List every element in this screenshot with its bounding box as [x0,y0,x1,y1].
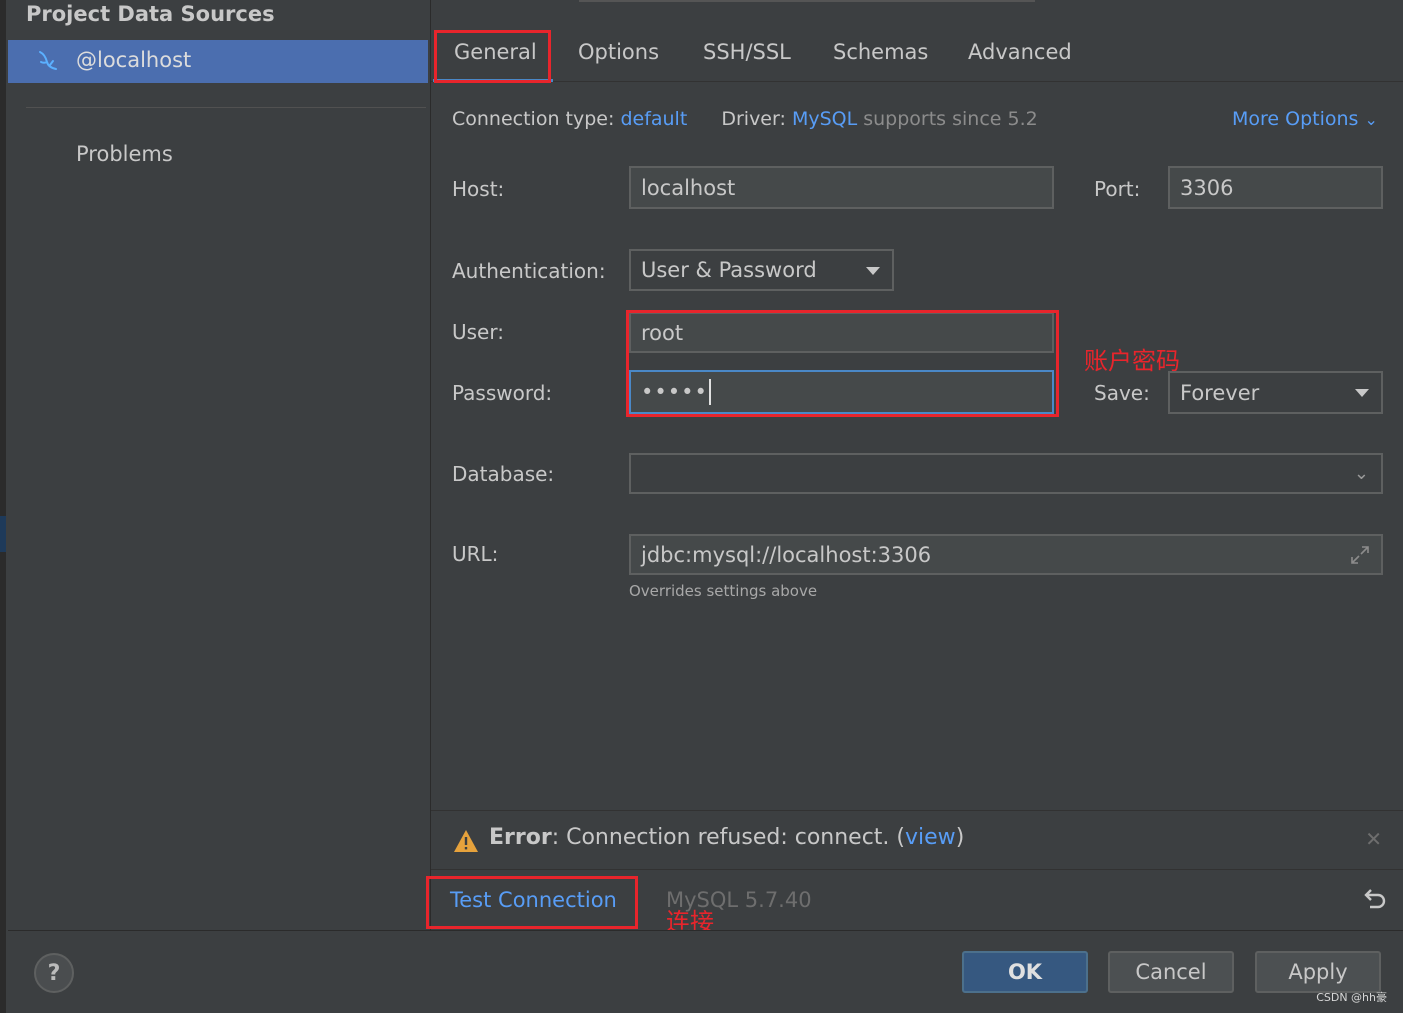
authentication-select[interactable]: User & Password [629,249,894,291]
window-left-edge [0,0,6,1013]
dialog-button-bar: ? OK Cancel Apply CSDN @hh豪 [8,930,1403,1013]
separator [26,107,426,108]
tab-bar: General Options SSH/SSL Schemas Advanced [431,28,1403,82]
password-label: Password: [452,381,553,405]
settings-panel: General Options SSH/SSL Schemas Advanced… [426,0,1403,936]
annotation-box-test-connection [426,876,638,929]
apply-button[interactable]: Apply [1255,951,1381,993]
chevron-down-icon[interactable]: ⌄ [1354,463,1369,484]
annotation-credentials: 账户密码 [1084,347,1180,375]
tab-schemas[interactable]: Schemas [833,40,928,64]
database-label: Database: [452,462,555,486]
dropdown-arrow-icon [1355,389,1369,397]
driver-label: Driver: [721,108,786,130]
connection-type-row: Connection type: default Driver: MySQL s… [452,108,1038,130]
save-value: Forever [1180,380,1260,405]
error-view-link[interactable]: view [905,825,956,850]
tab-advanced[interactable]: Advanced [968,40,1072,64]
database-input[interactable]: ⌄ [629,453,1383,494]
panel-title: Project Data Sources [26,2,275,26]
revert-icon[interactable] [1361,886,1387,912]
driver-note: supports since 5.2 [863,108,1038,130]
url-value: jdbc:mysql://localhost:3306 [641,542,932,567]
top-scrollbar[interactable] [579,0,1035,2]
tab-ssh-ssl[interactable]: SSH/SSL [703,40,791,64]
data-source-item-localhost[interactable]: @localhost [8,40,428,83]
port-label: Port: [1094,177,1141,201]
problems-item[interactable]: Problems [76,142,173,166]
data-source-label: @localhost [76,48,192,72]
port-input[interactable]: 3306 [1168,166,1383,209]
url-hint: Overrides settings above [629,582,818,600]
url-input[interactable]: jdbc:mysql://localhost:3306 [629,534,1383,575]
error-label: Error [489,825,552,850]
dropdown-arrow-icon [866,267,880,275]
connection-type-link[interactable]: default [620,108,687,130]
cancel-button[interactable]: Cancel [1108,951,1234,993]
host-label: Host: [452,177,505,201]
more-options-button[interactable]: More Options ⌄ [1232,108,1378,130]
authentication-value: User & Password [641,258,817,282]
warning-icon [454,830,478,852]
close-icon[interactable]: ✕ [1365,827,1382,851]
save-select[interactable]: Forever [1168,371,1383,414]
more-options-label: More Options [1232,108,1359,130]
ok-button[interactable]: OK [962,951,1088,993]
data-sources-panel: Project Data Sources @localhost Problems [8,0,428,930]
tab-options[interactable]: Options [578,40,659,64]
authentication-label: Authentication: [452,259,606,283]
expand-icon[interactable] [1349,544,1371,566]
watermark: CSDN @hh豪 [1316,991,1387,1004]
help-button[interactable]: ? [34,953,74,993]
host-input[interactable]: localhost [629,166,1054,209]
annotation-box-credentials [626,310,1059,417]
chevron-down-icon: ⌄ [1364,110,1378,129]
error-text: : Connection refused: connect. ( [551,825,906,850]
mysql-dolphin-icon [39,51,57,70]
driver-link[interactable]: MySQL [792,108,857,130]
error-message: Error: Connection refused: connect. (vie… [489,825,964,850]
url-label: URL: [452,542,499,566]
connection-type-label: Connection type: [452,108,615,130]
user-label: User: [452,320,504,344]
error-close-paren: ) [955,825,965,850]
window-edge-marker [0,516,6,552]
separator [431,869,1403,870]
save-label: Save: [1094,381,1150,405]
annotation-box-general [434,30,551,83]
error-bar: Error: Connection refused: connect. (vie… [431,811,1403,869]
